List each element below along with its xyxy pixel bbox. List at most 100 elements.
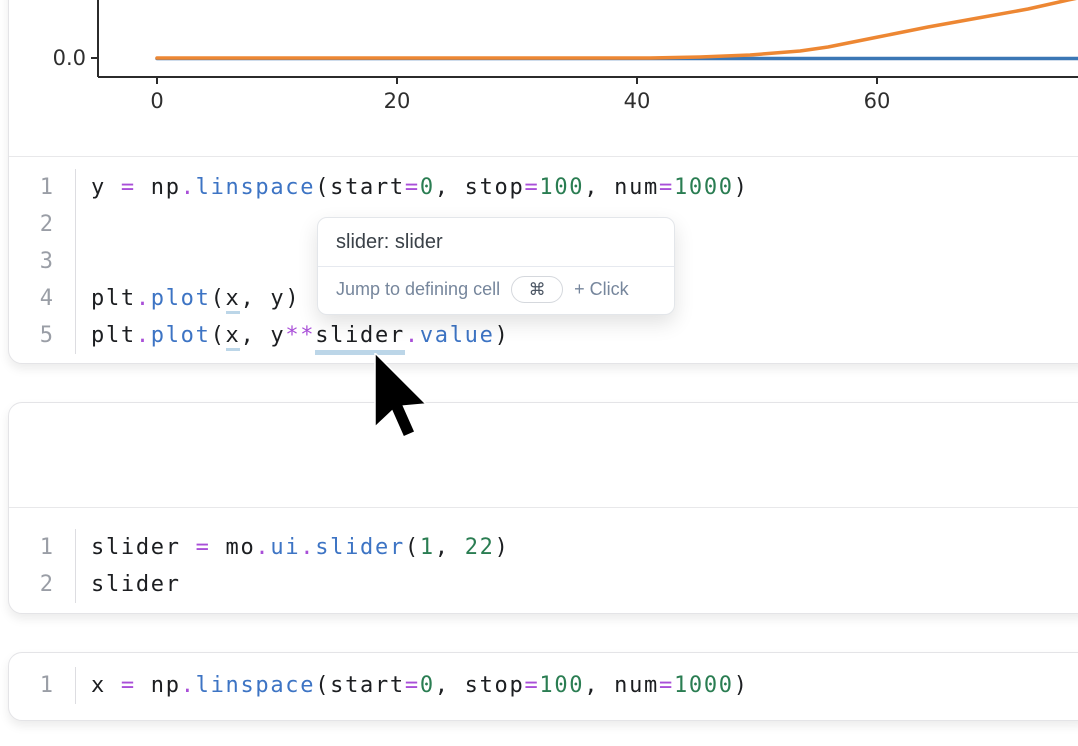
- code-token: plot: [151, 286, 211, 311]
- code-token: , y): [240, 286, 300, 311]
- code-token: .: [300, 535, 315, 560]
- code-line[interactable]: plt.plot(x, y**slider.value): [76, 317, 510, 354]
- slider-reference-link[interactable]: slider: [315, 323, 405, 355]
- code-token: slider: [91, 572, 181, 597]
- code-token: 22: [465, 535, 495, 560]
- code-token: =: [659, 673, 674, 698]
- code-line[interactable]: slider = mo.ui.slider(1, 22): [76, 529, 510, 566]
- code-line[interactable]: y = np.linspace(start=0, stop=100, num=1…: [76, 169, 749, 206]
- code-token: ): [495, 535, 510, 560]
- code-line-row[interactable]: 1y = np.linspace(start=0, stop=100, num=…: [9, 169, 1078, 206]
- code-line[interactable]: plt.plot(x, y): [76, 280, 300, 317]
- code-token: (: [211, 323, 226, 348]
- code-token: =: [524, 175, 539, 200]
- code-line-row[interactable]: 5plt.plot(x, y**slider.value): [9, 317, 1078, 354]
- cell-slider: 1slider = mo.ui.slider(1, 22)2slider: [8, 402, 1078, 614]
- code-line-row[interactable]: 1x = np.linspace(start=0, stop=100, num=…: [9, 667, 1078, 704]
- code-line[interactable]: slider: [76, 566, 181, 603]
- code-token: ): [734, 673, 749, 698]
- code-token: 1: [420, 535, 435, 560]
- code-token: 0: [420, 175, 435, 200]
- code-token: .: [255, 535, 270, 560]
- code-token: ui: [270, 535, 300, 560]
- code-token: =: [405, 175, 420, 200]
- code-token: value: [420, 323, 495, 348]
- code-token: .: [181, 175, 196, 200]
- y-tick-label: 0.0: [53, 46, 86, 70]
- command-key-pill: ⌘: [511, 276, 563, 303]
- code-token: (start: [315, 673, 405, 698]
- line-number: 1: [9, 169, 76, 206]
- code-token: **: [285, 323, 315, 348]
- code-token: plot: [151, 323, 211, 348]
- code-token: , stop: [435, 175, 525, 200]
- code-token: 100: [539, 673, 584, 698]
- code-token: ): [734, 175, 749, 200]
- cell-output-code-divider: [9, 507, 1078, 508]
- code-token: 1000: [674, 673, 734, 698]
- code-token: , stop: [435, 673, 525, 698]
- variable-reference[interactable]: x: [226, 323, 241, 351]
- code-token: .: [136, 323, 151, 348]
- tooltip-click-hint: + Click: [574, 279, 629, 300]
- series-line-orange: [157, 0, 1078, 58]
- code-token: =: [405, 673, 420, 698]
- code-token: (: [405, 535, 420, 560]
- line-number: 3: [9, 243, 76, 280]
- code-token: 100: [539, 175, 584, 200]
- code-token: , num: [584, 175, 659, 200]
- x-tick-label: 40: [624, 89, 651, 113]
- code-token: .: [181, 673, 196, 698]
- code-token: =: [121, 673, 136, 698]
- code-token: (start: [315, 175, 405, 200]
- x-tick-label: 0: [150, 89, 163, 113]
- tooltip-title: slider: slider: [318, 218, 674, 266]
- code-editor-x[interactable]: 1x = np.linspace(start=0, stop=100, num=…: [9, 667, 1078, 704]
- jump-to-defining-cell-action[interactable]: Jump to defining cell: [336, 279, 500, 300]
- code-token: 0: [420, 673, 435, 698]
- code-token: .: [405, 323, 420, 348]
- code-token: .: [136, 286, 151, 311]
- code-token: ,: [435, 535, 465, 560]
- code-token: ): [495, 323, 510, 348]
- code-token: y: [91, 175, 121, 200]
- code-line[interactable]: [76, 206, 91, 243]
- variable-reference[interactable]: x: [226, 286, 241, 314]
- x-tick-label: 60: [864, 89, 891, 113]
- code-token: linspace: [196, 673, 316, 698]
- code-token: plt: [91, 323, 136, 348]
- cell-x: 1x = np.linspace(start=0, stop=100, num=…: [8, 652, 1078, 721]
- code-token: x: [91, 673, 121, 698]
- code-token: np: [136, 175, 181, 200]
- line-number: 1: [9, 667, 76, 704]
- variable-tooltip: slider: slider Jump to defining cell ⌘ +…: [317, 217, 675, 315]
- code-token: =: [659, 175, 674, 200]
- line-number: 2: [9, 206, 76, 243]
- code-token: 1000: [674, 175, 734, 200]
- code-token: linspace: [196, 175, 316, 200]
- code-token: (: [211, 286, 226, 311]
- code-line-row[interactable]: 2 slider: [9, 566, 1078, 603]
- x-tick-label: 20: [384, 89, 411, 113]
- code-token: mo: [211, 535, 256, 560]
- notebook-page: 1y = np.linspace(start=0, stop=100, num=…: [0, 0, 1078, 746]
- code-token: slider: [315, 535, 405, 560]
- line-number: 4: [9, 280, 76, 317]
- code-token: np: [136, 673, 181, 698]
- code-token: plt: [91, 286, 136, 311]
- line-number: 5: [9, 317, 76, 354]
- code-line[interactable]: x = np.linspace(start=0, stop=100, num=1…: [76, 667, 749, 704]
- line-number: 1: [9, 529, 76, 566]
- code-editor-slider[interactable]: 1slider = mo.ui.slider(1, 22)2slider: [9, 529, 1078, 603]
- code-line[interactable]: [76, 243, 91, 280]
- code-token: =: [121, 175, 136, 200]
- cell-output-code-divider: [9, 156, 1078, 157]
- code-token: slider: [91, 535, 196, 560]
- code-token: =: [524, 673, 539, 698]
- code-token: =: [196, 535, 211, 560]
- matplotlib-plot-output: 0.0 0 20 40 60: [8, 0, 1078, 143]
- code-token: , num: [584, 673, 659, 698]
- code-token: , y: [240, 323, 285, 348]
- line-number: 2: [9, 566, 76, 603]
- code-line-row[interactable]: 1slider = mo.ui.slider(1, 22): [9, 529, 1078, 566]
